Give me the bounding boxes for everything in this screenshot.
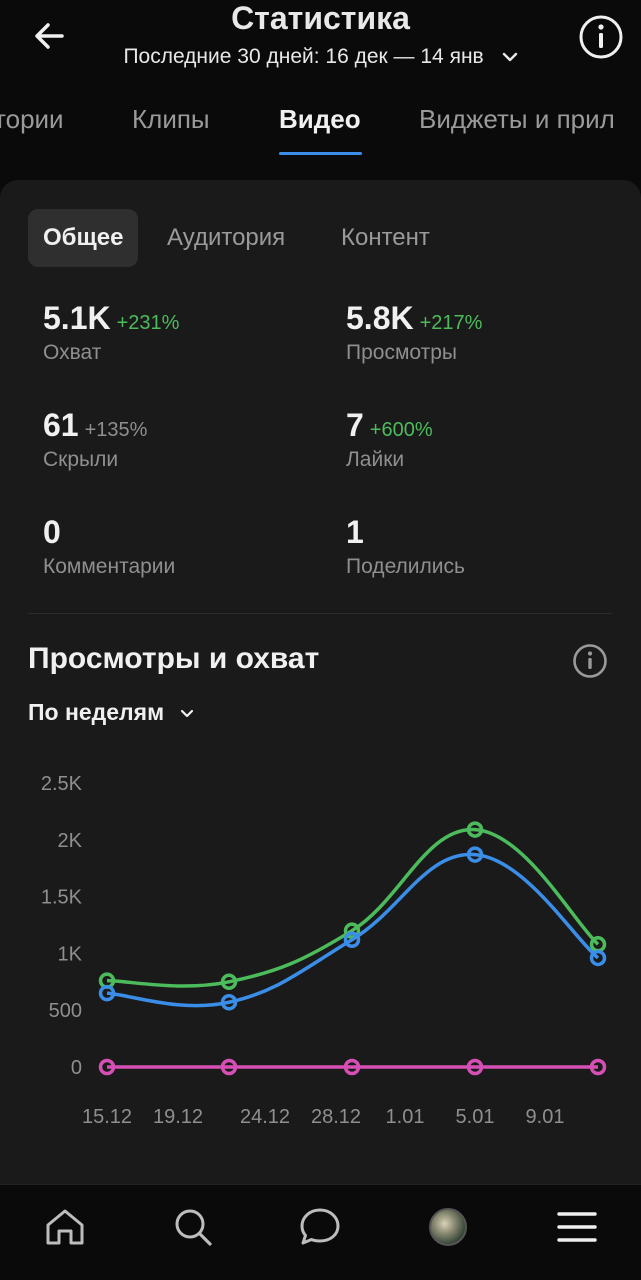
stat-value: 5.1K	[43, 300, 111, 336]
subtab-general[interactable]: Общее	[28, 209, 139, 267]
tab-widgets[interactable]: Виджеты и прил	[419, 104, 615, 135]
y-tick-label: 1K	[58, 943, 83, 965]
menu-icon[interactable]	[555, 1205, 599, 1249]
search-icon[interactable]	[171, 1205, 215, 1249]
stat-value: 7	[346, 407, 364, 443]
chevron-down-icon	[181, 710, 194, 718]
stat-value: 0	[43, 514, 61, 550]
y-tick-label: 2K	[58, 830, 83, 852]
stat-reach[interactable]: 5.1K +231% Охват	[43, 300, 179, 365]
x-tick-label: 15.12	[82, 1106, 132, 1128]
stat-delta: +135%	[84, 419, 148, 441]
x-tick-label: 19.12	[153, 1106, 203, 1128]
granularity-selector[interactable]: По неделям	[28, 699, 194, 726]
stat-shares[interactable]: 1 Поделились	[346, 514, 465, 579]
page-title: Статистика	[231, 0, 410, 36]
stat-likes[interactable]: 7 +600% Лайки	[346, 407, 433, 472]
stat-delta: +600%	[369, 419, 433, 441]
x-tick-label: 5.01	[456, 1106, 495, 1128]
active-tab-indicator	[279, 152, 362, 155]
divider	[28, 613, 612, 614]
tab-bar: тории Клипы Видео Виджеты и прил	[0, 104, 641, 164]
stat-delta: +217%	[419, 312, 483, 334]
stat-label: Скрыли	[43, 448, 119, 471]
stat-comments[interactable]: 0 Комментарии	[43, 514, 175, 579]
header: Статистика Последние 30 дней: 16 дек — 1…	[0, 0, 641, 180]
stat-label: Лайки	[346, 448, 405, 471]
x-tick-label: 24.12	[240, 1106, 290, 1128]
home-icon[interactable]	[43, 1205, 87, 1249]
chat-icon[interactable]	[298, 1205, 342, 1249]
stats-panel: Общее Аудитория Контент 5.1K +231% Охват …	[0, 180, 641, 1184]
x-tick-label: 9.01	[526, 1106, 565, 1128]
stat-label: Поделились	[346, 555, 465, 578]
tab-clips[interactable]: Клипы	[132, 104, 210, 135]
stat-views[interactable]: 5.8K +217% Просмотры	[346, 300, 482, 365]
data-point[interactable]	[589, 936, 607, 953]
granularity-label: По неделям	[28, 699, 165, 725]
series-line	[106, 827, 600, 988]
info-icon[interactable]	[572, 643, 608, 679]
stat-value: 1	[346, 514, 364, 550]
avatar[interactable]	[429, 1208, 467, 1246]
x-tick-label: 28.12	[311, 1106, 361, 1128]
stat-delta: +231%	[116, 312, 180, 334]
y-tick-label: 2.5K	[41, 773, 83, 795]
stat-value: 61	[43, 407, 79, 443]
stat-label: Просмотры	[346, 341, 457, 364]
period-selector[interactable]: Последние 30 дней: 16 дек — 14 янв	[0, 45, 641, 69]
stat-hidden[interactable]: 61 +135% Скрыли	[43, 407, 147, 472]
x-tick-label: 1.01	[386, 1106, 425, 1128]
stat-label: Охват	[43, 341, 102, 364]
y-tick-label: 500	[49, 1000, 82, 1022]
bottom-nav	[0, 1184, 641, 1280]
tab-stories[interactable]: тории	[0, 104, 64, 135]
chevron-down-icon	[502, 53, 517, 62]
chart-section-title: Просмотры и охват	[28, 642, 320, 675]
info-icon[interactable]	[578, 14, 624, 60]
period-label: Последние 30 дней: 16 дек — 14 янв	[123, 45, 484, 68]
views-reach-chart: 0 500 1K 1.5K 2K 2.5K 15.12 19.12 24.12 28.12 1.01…	[41, 773, 607, 1128]
tab-video[interactable]: Видео	[279, 104, 361, 135]
y-tick-label: 1.5K	[41, 887, 83, 909]
stat-value: 5.8K	[346, 300, 414, 336]
subtab-content[interactable]: Контент	[341, 209, 430, 267]
subtab-audience[interactable]: Аудитория	[167, 209, 285, 267]
stat-label: Комментарии	[43, 555, 176, 578]
y-tick-label: 0	[71, 1057, 82, 1079]
